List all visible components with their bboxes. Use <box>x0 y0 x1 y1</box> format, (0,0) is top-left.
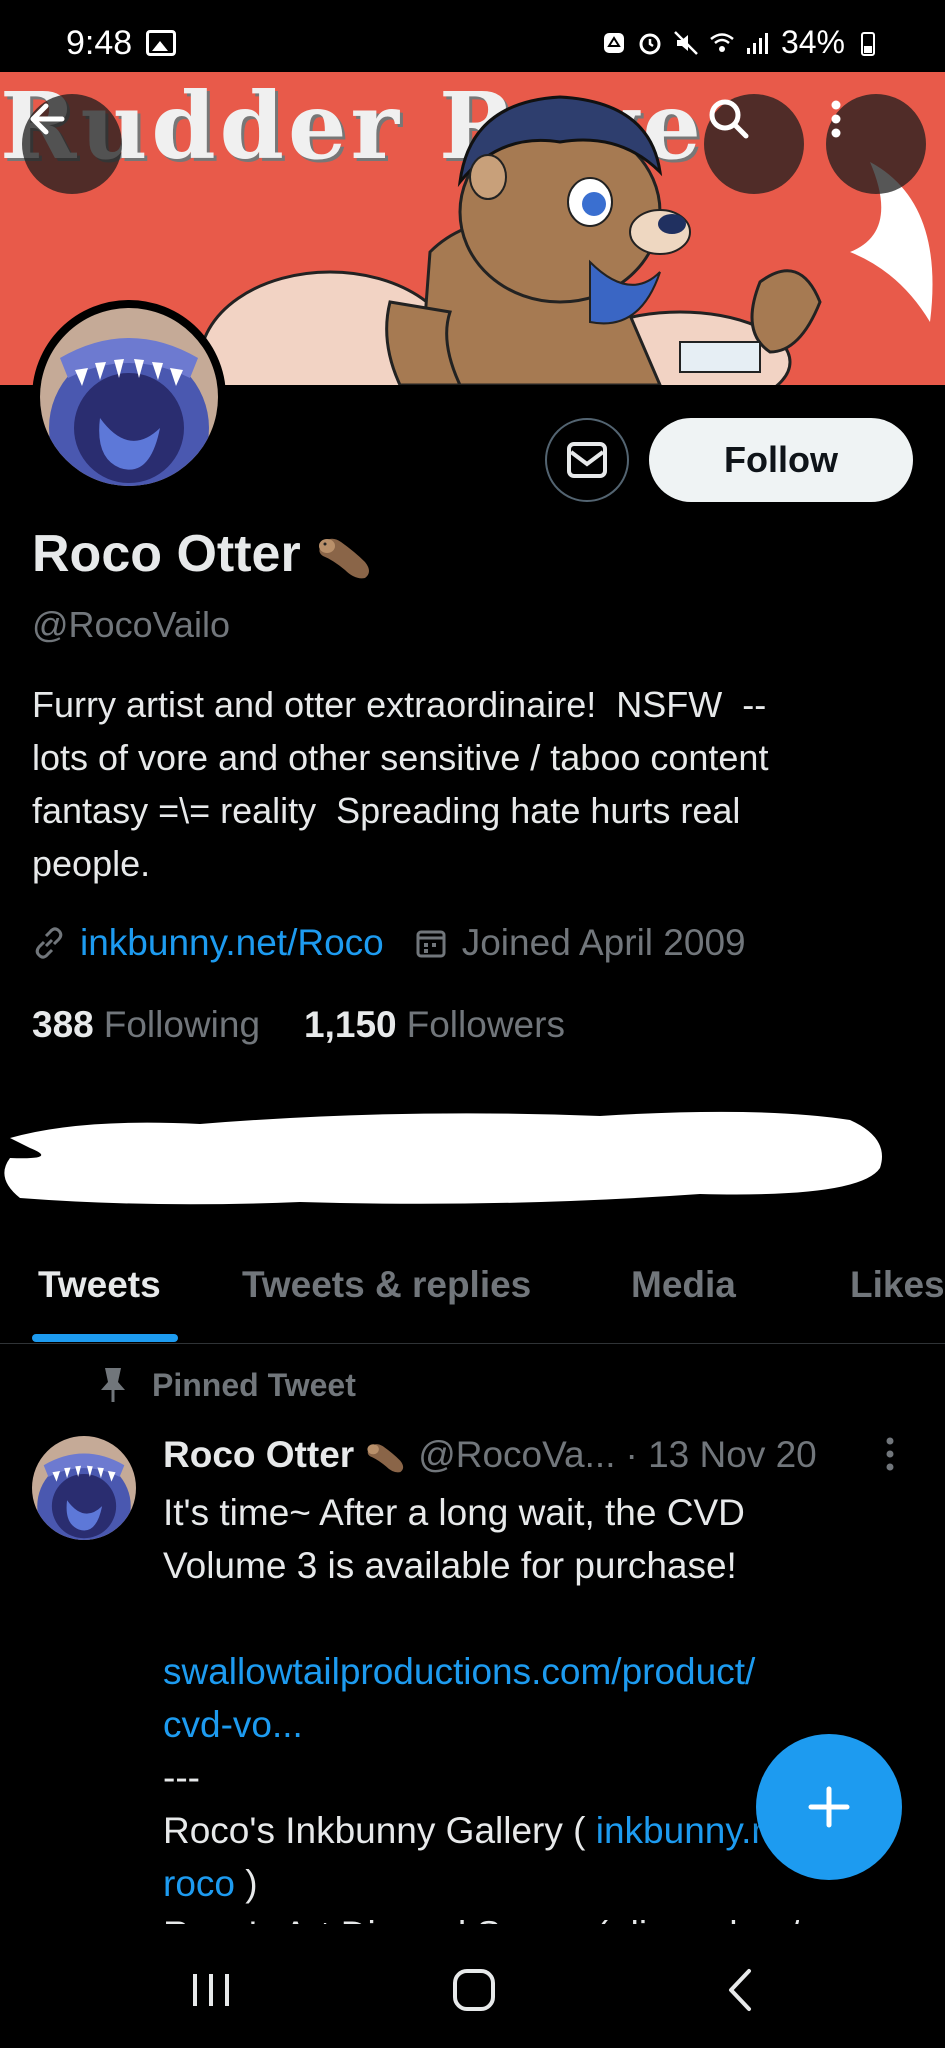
plus-icon <box>808 1786 850 1828</box>
tweet-header: Roco Otter @RocoVa... · 13 Nov 20 <box>163 1434 817 1476</box>
redaction-scribble <box>4 1111 882 1205</box>
pin-icon <box>101 1368 125 1402</box>
tweet-avatar[interactable] <box>32 1436 136 1540</box>
recents-button[interactable] <box>181 1960 241 2020</box>
follow-button[interactable]: Follow <box>649 418 913 502</box>
wifi-icon <box>710 32 734 52</box>
signal-icon <box>746 32 768 54</box>
following-count: 388 <box>32 1004 94 1045</box>
mail-icon <box>567 442 607 478</box>
nav-back-icon <box>729 1969 751 2011</box>
otter-emoji-icon <box>318 538 369 579</box>
profile-avatar[interactable] <box>32 300 226 494</box>
message-button[interactable] <box>545 418 629 502</box>
tweet-gallery-line-2: roco ) <box>163 1857 863 1910</box>
link-icon <box>35 927 63 959</box>
profile-bio: Furry artist and otter extraordinaire! N… <box>32 684 769 884</box>
profile-tabs: Tweets Tweets & replies Media Likes <box>0 1240 945 1344</box>
tweet-link[interactable]: cvd-vo... <box>163 1698 863 1751</box>
tweet-link[interactable]: swallowtailproductions.com/product/ <box>163 1645 863 1698</box>
gallery-text: Roco's Inkbunny Gallery ( <box>163 1810 596 1851</box>
profile-handle: @RocoVailo <box>32 604 230 645</box>
display-name: Roco Otter <box>32 524 375 584</box>
followers-label: Followers <box>406 1004 565 1045</box>
recycle-icon <box>603 32 624 53</box>
tweet-text-line: It's time~ After a long wait, the CVD <box>163 1492 745 1533</box>
back-button[interactable] <box>22 94 122 194</box>
tab-media[interactable]: Media <box>631 1264 736 1306</box>
avatar-image <box>40 308 218 486</box>
calendar-icon <box>416 930 446 958</box>
tweet-text-line: Volume 3 is available for purchase! <box>163 1545 737 1586</box>
tab-tweets-replies[interactable]: Tweets & replies <box>242 1264 531 1306</box>
home-icon <box>453 1969 495 2011</box>
alarm-icon <box>639 33 661 54</box>
gallery-link-cont[interactable]: roco <box>163 1863 235 1904</box>
image-notification-icon <box>146 30 176 56</box>
tweet-cutoff-line: Roco's Art Discord Server ( discord.gg/ <box>163 1914 799 1924</box>
recents-icon <box>193 1974 229 2006</box>
pinned-text: Pinned Tweet <box>152 1366 356 1403</box>
tweet-date[interactable]: · 13 Nov 20 <box>625 1434 816 1476</box>
tweet-body: It's time~ After a long wait, the CVD Vo… <box>163 1486 863 1910</box>
battery-percent: 34% <box>780 24 845 60</box>
joined-date: Joined April 2009 <box>461 922 746 963</box>
home-button[interactable] <box>444 1960 504 2020</box>
followers-count: 1,150 <box>304 1004 397 1045</box>
tab-likes[interactable]: Likes <box>850 1264 945 1306</box>
more-options-button[interactable] <box>826 94 926 194</box>
follow-stats: 388 Following 1,150 Followers <box>32 1004 565 1046</box>
more-vert-icon <box>831 100 841 138</box>
followers-stat[interactable]: 1,150 Followers <box>304 1004 565 1046</box>
tweet-avatar-image <box>32 1436 136 1540</box>
search-button[interactable] <box>704 94 804 194</box>
system-nav-bar <box>0 1930 945 2048</box>
compose-tweet-button[interactable] <box>756 1734 902 1880</box>
profile-website-link[interactable]: inkbunny.net/Roco <box>80 922 384 964</box>
nav-back-button[interactable] <box>710 1960 770 2020</box>
gallery-close: ) <box>234 1863 258 1904</box>
profile-meta: inkbunny.net/Roco Joined April 2009 <box>32 922 746 964</box>
tweet-handle[interactable]: @RocoVa... <box>418 1434 615 1476</box>
status-bar: 9:48 34% <box>0 0 945 72</box>
battery-icon <box>861 31 875 56</box>
following-stat[interactable]: 388 Following <box>32 1004 260 1046</box>
back-arrow-icon <box>30 103 65 135</box>
active-tab-indicator <box>32 1334 178 1342</box>
tab-tweets[interactable]: Tweets <box>38 1264 161 1306</box>
status-icons: 34% <box>601 24 881 61</box>
tweet-author[interactable]: Roco Otter <box>163 1434 354 1476</box>
status-time: 9:48 <box>66 24 133 62</box>
mute-icon <box>674 30 698 55</box>
following-label: Following <box>103 1004 261 1045</box>
pinned-label: Pinned Tweet <box>96 1366 356 1404</box>
search-icon <box>709 99 749 139</box>
display-name-text: Roco Otter <box>32 525 301 583</box>
tweet-more-icon[interactable] <box>884 1436 896 1472</box>
otter-emoji-icon <box>367 1444 404 1473</box>
